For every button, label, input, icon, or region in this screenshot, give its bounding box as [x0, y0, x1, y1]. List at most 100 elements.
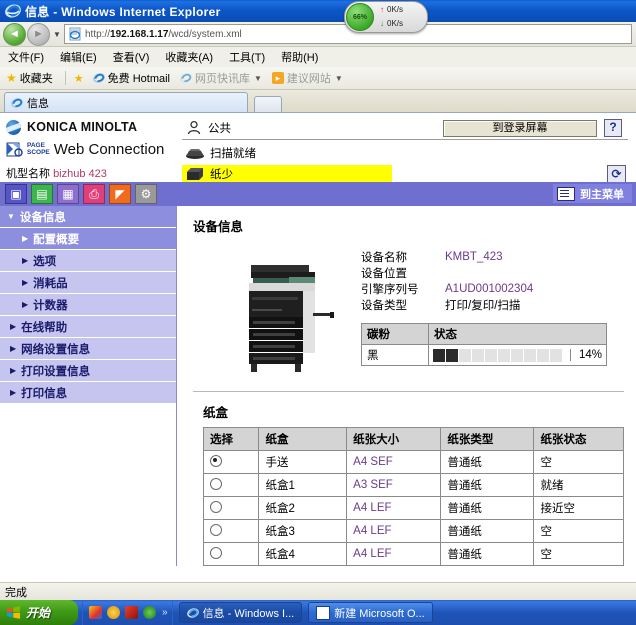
tray-radio-cell[interactable] [202, 519, 260, 543]
sidebar: ▼ 设备信息 ▶ 配置概要 ▶ 选项 ▶ 消耗品 ▶ 计数器 ▶ 在线帮助 ▶ … [0, 206, 177, 566]
sidebar-item-print-settings[interactable]: ▶ 打印设置信息 [0, 360, 176, 382]
tray-radio[interactable] [210, 477, 222, 490]
tray-radio-cell[interactable] [202, 496, 260, 520]
sidebar-item-counters[interactable]: ▶ 计数器 [0, 294, 176, 316]
tab-settings[interactable]: ⚙ [134, 183, 158, 205]
table-row[interactable]: 纸盒4 A4 LEF 普通纸 空 [202, 542, 624, 566]
sidebar-header-device-information[interactable]: ▼ 设备信息 [0, 206, 176, 228]
field-device-location: 设备位置 [361, 265, 607, 281]
chevron-down-icon: ▼ [7, 212, 15, 221]
tray-paper-state: 空 [533, 542, 624, 566]
download-arrow-icon: ↓ [380, 19, 384, 28]
menu-item-edit[interactable]: 编辑(E) [60, 49, 97, 65]
tab-box[interactable]: ▦ [56, 183, 80, 205]
chevron-down-icon[interactable]: ▼ [335, 74, 343, 83]
tray-radio[interactable] [210, 500, 222, 513]
favorites-button[interactable]: ★ 收藏夹 [6, 70, 53, 86]
tab-print[interactable]: ⎙ [82, 183, 106, 205]
go-to-main-menu-button[interactable]: 到主菜单 [553, 184, 632, 203]
tray-radio[interactable] [210, 546, 222, 559]
fav-item-web-slices[interactable]: 网页快讯库 ▼ [180, 70, 262, 86]
konica-globe-icon [6, 119, 21, 135]
table-row[interactable]: 纸盒2 A4 LEF 普通纸 接近空 [202, 496, 624, 520]
taskbar-button-office[interactable]: W 新建 Microsoft O... [308, 602, 433, 623]
pagescope-wordmark: PAGE SCOPE [27, 142, 50, 156]
fav-item-suggested-sites[interactable]: ▸ 建议网站 ▼ [271, 70, 343, 86]
tray-paper-state: 空 [533, 450, 624, 474]
tray-name: 纸盒2 [258, 496, 348, 520]
tray-paper-type: 普通纸 [440, 496, 535, 520]
tray-paper-size: A3 SEF [346, 473, 442, 497]
quicklaunch-overflow[interactable]: » [162, 607, 168, 618]
quicklaunch-icon-1[interactable] [89, 606, 102, 619]
new-tab-button[interactable] [254, 96, 282, 112]
sidebar-header-label: 设备信息 [19, 211, 66, 224]
table-row[interactable]: 手送 A4 SEF 普通纸 空 [202, 450, 624, 474]
add-to-favorites-icon[interactable]: ★ [74, 72, 84, 85]
current-user-label: 公共 [208, 123, 231, 135]
toolbar-divider [64, 71, 66, 85]
menu-item-help[interactable]: 帮助(H) [281, 49, 318, 65]
sidebar-item-print-information[interactable]: ▶ 打印信息 [0, 382, 176, 404]
fav-item-hotmail[interactable]: 免费 Hotmail [92, 70, 170, 86]
sidebar-item-online-help[interactable]: ▶ 在线帮助 [0, 316, 176, 338]
table-row[interactable]: 纸盒3 A4 LEF 普通纸 空 [202, 519, 624, 543]
browser-tab-strip: 信息 [0, 90, 636, 113]
tray-radio-cell[interactable] [202, 473, 260, 497]
menu-item-view[interactable]: 查看(V) [113, 49, 150, 65]
download-speed: 0K/s [387, 19, 404, 28]
chevron-down-icon[interactable]: ▼ [254, 74, 262, 83]
ie-logo-icon [180, 72, 192, 84]
tray-name: 纸盒3 [258, 519, 348, 543]
field-label: 设备类型 [361, 300, 407, 312]
taskbar-button-ie[interactable]: 信息 - Windows I... [178, 602, 303, 623]
help-button[interactable]: ? [604, 119, 622, 137]
status-row-paper: 纸少 [182, 165, 392, 182]
browser-tab-info[interactable]: 信息 [4, 92, 248, 112]
field-device-type: 设备类型 打印/复印/扫描 [361, 297, 607, 313]
tray-radio-cell[interactable] [202, 542, 260, 566]
start-button[interactable]: 开始 [0, 600, 78, 625]
tray-paper-size: A4 LEF [346, 519, 442, 543]
ie-logo-icon [5, 3, 21, 19]
page-body: ▼ 设备信息 ▶ 配置概要 ▶ 选项 ▶ 消耗品 ▶ 计数器 ▶ 在线帮助 ▶ … [0, 206, 636, 566]
tab-device-information[interactable]: ▣ [4, 183, 28, 205]
forward-button[interactable]: ► [27, 22, 50, 46]
menu-item-tools[interactable]: 工具(T) [229, 49, 265, 65]
sidebar-item-options[interactable]: ▶ 选项 [0, 250, 176, 272]
model-name-value: bizhub 423 [53, 168, 107, 180]
chevron-right-icon: ▶ [10, 322, 17, 331]
field-device-name: 设备名称 KMBT_423 [361, 249, 607, 265]
sidebar-item-configuration-summary[interactable]: ▶ 配置概要 [0, 228, 176, 250]
chevron-right-icon: ▶ [10, 344, 17, 353]
sidebar-item-network-settings[interactable]: ▶ 网络设置信息 [0, 338, 176, 360]
star-icon: ★ [6, 71, 17, 85]
table-row[interactable]: 纸盒1 A3 SEF 普通纸 就绪 [202, 473, 624, 497]
tray-radio[interactable] [210, 454, 222, 467]
upload-arrow-icon: ↑ [380, 5, 384, 14]
quicklaunch-icon-4[interactable] [143, 606, 156, 619]
toner-color-label: 黑 [361, 344, 429, 366]
sidebar-item-consumables[interactable]: ▶ 消耗品 [0, 272, 176, 294]
tab-document[interactable]: ▤ [30, 183, 54, 205]
chevron-right-icon: ▶ [22, 234, 29, 243]
column-header-paper-state: 纸张状态 [533, 427, 624, 451]
section-divider [193, 391, 624, 392]
menu-item-file[interactable]: 文件(F) [8, 49, 44, 65]
network-monitor-widget[interactable]: 66% ↑ 0K/s ↓ 0K/s [344, 1, 428, 33]
quicklaunch-icon-3[interactable] [125, 606, 138, 619]
quicklaunch-icon-2[interactable] [107, 606, 120, 619]
back-button[interactable]: ◄ [3, 22, 26, 46]
chevron-right-icon: ▶ [22, 256, 29, 265]
word-icon: W [316, 605, 331, 620]
recent-pages-dropdown[interactable]: ▼ [50, 30, 64, 39]
column-header-paper-type: 纸张类型 [440, 427, 535, 451]
column-header-status: 状态 [427, 323, 608, 345]
page-title: 设备信息 [193, 220, 244, 234]
go-to-login-screen-button[interactable]: 到登录屏幕 [443, 119, 597, 137]
main-content: 设备信息 设备名称 KMBT_423 设备位置 引擎序列号 A1UD001002… [177, 206, 636, 566]
tray-radio[interactable] [210, 523, 222, 536]
tray-radio-cell[interactable] [202, 450, 260, 474]
menu-item-favorites[interactable]: 收藏夹(A) [165, 49, 213, 65]
tab-scan[interactable]: ◤ [108, 183, 132, 205]
